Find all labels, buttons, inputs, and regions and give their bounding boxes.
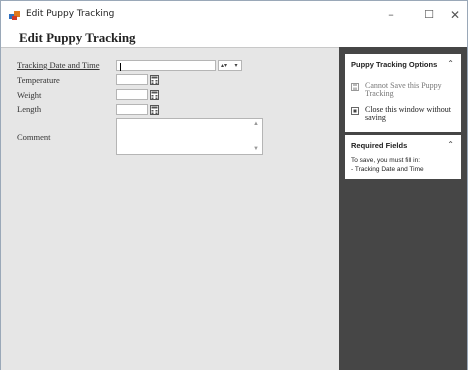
sidebar: Puppy Tracking Options ⌃ Cannot Save thi… xyxy=(339,47,467,370)
calculator-icon[interactable] xyxy=(150,105,159,115)
calculator-icon[interactable] xyxy=(150,75,159,85)
temperature-label: Temperature xyxy=(17,75,60,85)
close-option-label: Close this window without saving xyxy=(365,105,452,122)
options-panel: Puppy Tracking Options ⌃ Cannot Save thi… xyxy=(345,54,461,132)
minimize-button[interactable]: – xyxy=(379,5,403,25)
spin-up-icon[interactable]: ▴▾ xyxy=(220,62,228,70)
save-option-label: Cannot Save this Puppy Tracking xyxy=(365,81,442,98)
required-item: - Tracking Date and Time xyxy=(351,166,424,173)
required-intro: To save, you must fill in: xyxy=(351,157,420,164)
maximize-button[interactable]: ☐ xyxy=(417,5,441,25)
required-panel-title: Required Fields xyxy=(351,141,408,150)
dropdown-icon[interactable]: ▾ xyxy=(232,62,240,70)
weight-input[interactable] xyxy=(116,89,148,100)
collapse-chevron-icon[interactable]: ⌃ xyxy=(447,59,454,68)
calculator-icon[interactable] xyxy=(150,90,159,100)
form-header: Edit Puppy Tracking xyxy=(1,29,467,47)
scroll-up-icon[interactable]: ▲ xyxy=(253,121,259,127)
edit-puppy-tracking-window: Edit Puppy Tracking – ☐ ✕ Edit Puppy Tra… xyxy=(0,0,468,370)
date-input[interactable] xyxy=(116,60,216,71)
form-area: Tracking Date and Time ▴▾ ▾ Temperature … xyxy=(1,47,339,370)
text-caret xyxy=(120,63,121,71)
temperature-input[interactable] xyxy=(116,74,148,85)
date-label: Tracking Date and Time xyxy=(17,60,100,70)
comment-label: Comment xyxy=(17,132,51,142)
save-icon xyxy=(351,83,359,91)
options-panel-title: Puppy Tracking Options xyxy=(351,60,438,69)
close-without-saving-option[interactable]: Close this window without saving xyxy=(351,106,459,124)
app-icon xyxy=(9,11,20,20)
weight-label: Weight xyxy=(17,90,42,100)
close-icon xyxy=(351,107,359,115)
window-title: Edit Puppy Tracking xyxy=(26,9,115,19)
form-title: Edit Puppy Tracking xyxy=(19,30,136,45)
required-fields-panel: Required Fields ⌃ To save, you must fill… xyxy=(345,135,461,179)
collapse-chevron-icon[interactable]: ⌃ xyxy=(447,140,454,149)
title-bar: Edit Puppy Tracking – ☐ ✕ xyxy=(1,1,467,29)
close-window-button[interactable]: ✕ xyxy=(443,5,467,25)
length-label: Length xyxy=(17,104,42,114)
length-input[interactable] xyxy=(116,104,148,115)
date-spinner[interactable]: ▴▾ ▾ xyxy=(218,60,242,71)
scroll-down-icon[interactable]: ▼ xyxy=(253,146,259,152)
comment-textarea[interactable]: ▲ ▼ xyxy=(116,118,263,155)
save-option[interactable]: Cannot Save this Puppy Tracking xyxy=(351,82,459,100)
